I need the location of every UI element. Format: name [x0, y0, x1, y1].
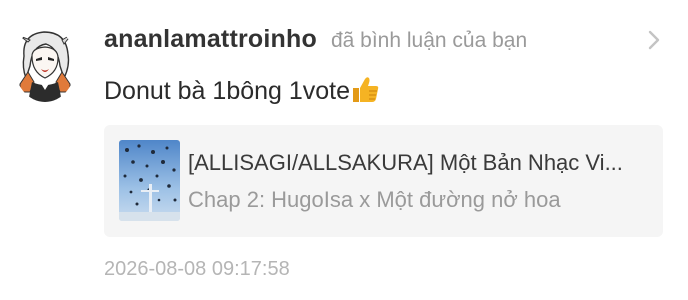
story-cover-image	[119, 140, 180, 221]
chevron-right-icon[interactable]	[646, 29, 662, 51]
user-avatar[interactable]	[14, 26, 76, 102]
action-text: đã bình luận của bạn	[330, 29, 528, 52]
username[interactable]: ananlamattroinho	[104, 25, 317, 54]
timestamp: 2026-08-08 09:17:58	[104, 258, 290, 280]
avatar-illustration	[14, 26, 76, 102]
story-card[interactable]: [ALLISAGI/ALLSAKURA] Một Bản Nhạc Vi... …	[104, 125, 663, 237]
story-chapter[interactable]: Chap 2: HugoIsa x Một đường nở hoa	[188, 187, 650, 213]
comment-text-row: Donut bà 1bông 1vote	[104, 74, 380, 106]
notification-item[interactable]: ananlamattroinho đã bình luận của bạn Do…	[0, 0, 688, 300]
notification-header: ananlamattroinho đã bình luận của bạn	[104, 25, 527, 59]
story-title[interactable]: [ALLISAGI/ALLSAKURA] Một Bản Nhạc Vi...	[188, 150, 650, 176]
thumbs-up-icon	[350, 74, 380, 104]
comment-text: Donut bà 1bông 1vote	[104, 77, 351, 105]
